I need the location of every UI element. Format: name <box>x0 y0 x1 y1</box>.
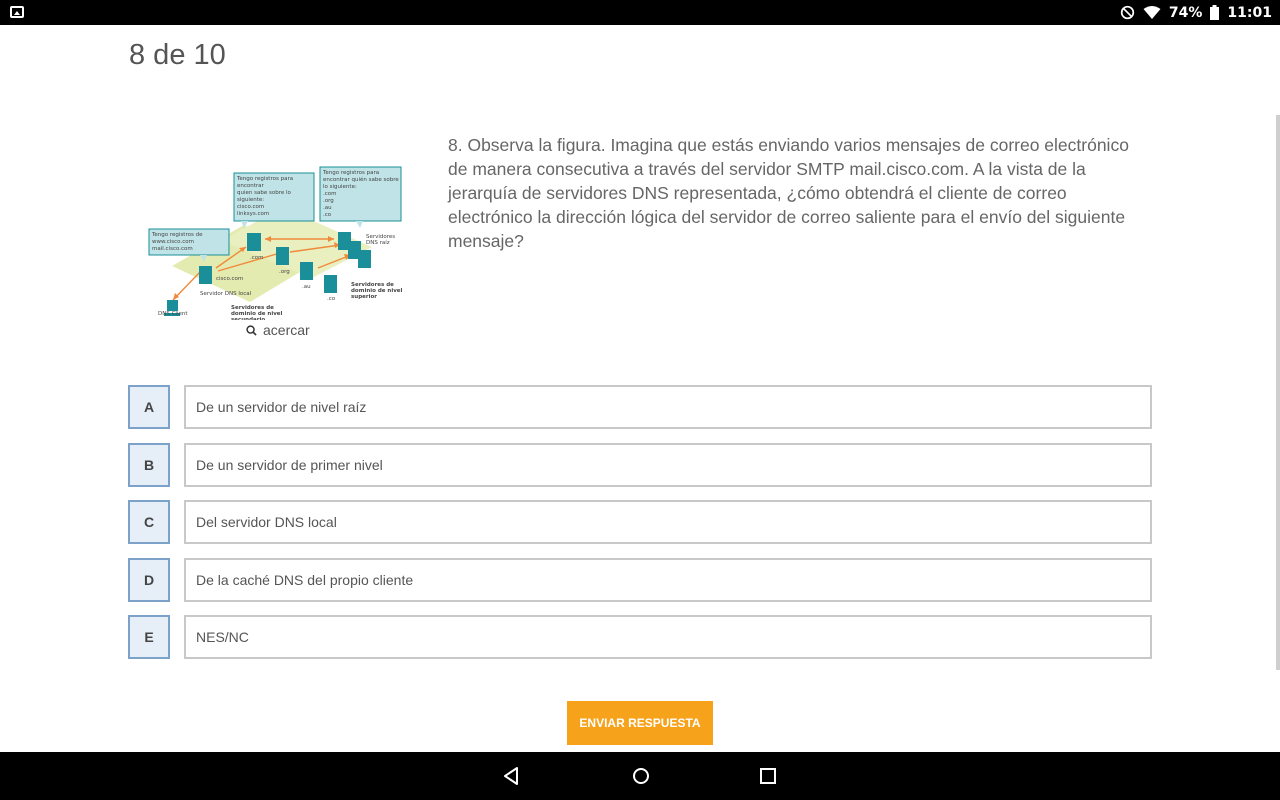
dns-diagram: Tengo registros de www.cisco.com mail.ci… <box>148 166 403 323</box>
top-level-label: superior <box>351 294 377 300</box>
bubble-com-line: linksys.com <box>237 211 269 217</box>
client-label: DNS Client <box>158 311 188 317</box>
com-server-icon <box>247 233 261 251</box>
navigation-bar <box>0 752 1280 800</box>
back-icon[interactable] <box>500 764 524 788</box>
bubble-root-line: encontrar quién sabe sobre <box>323 176 399 183</box>
status-bar: 74% 11:01 <box>0 0 1280 25</box>
bubble-local-line: Tengo registros de <box>151 232 203 238</box>
zoom-link[interactable]: acercar <box>246 322 310 338</box>
answer-letter[interactable]: E <box>128 615 170 659</box>
answer-option-a[interactable]: A De un servidor de nivel raíz <box>128 385 1152 429</box>
answer-letter[interactable]: C <box>128 500 170 544</box>
second-level-label: secundario <box>231 317 265 320</box>
bubble-com-line: cisco.com <box>237 204 264 210</box>
co-server-icon <box>324 275 337 293</box>
bubble-com-line: quien sabe sobre lo <box>237 190 292 196</box>
cisco-com-label: cisco.com <box>216 276 243 282</box>
battery-percent: 74% <box>1168 4 1203 21</box>
do-not-disturb-icon <box>1120 5 1135 20</box>
org-server-icon <box>276 247 289 265</box>
org-label: .org <box>279 269 290 275</box>
bubble-local-line: mail.cisco.com <box>152 246 193 252</box>
bubble-com-line: siguiente: <box>237 197 264 203</box>
question-progress: 8 de 10 <box>129 39 226 71</box>
answer-text[interactable]: De un servidor de primer nivel <box>184 442 1152 487</box>
bubble-com-line: Tengo registros para <box>236 176 293 182</box>
quiz-page: 8 de 10 Tengo registros de www.cisco.com… <box>0 25 1280 752</box>
answer-option-d[interactable]: D De la caché DNS del propio cliente <box>128 557 1152 602</box>
bubble-root-line: .au <box>323 205 332 211</box>
clock: 11:01 <box>1227 4 1272 21</box>
home-icon[interactable] <box>629 764 653 788</box>
root-label: DNS raíz <box>366 239 390 246</box>
bubble-root-line: .org <box>323 198 334 204</box>
bubble-root-line: .com <box>323 191 337 197</box>
answer-option-e[interactable]: E NES/NC <box>128 615 1152 659</box>
recents-icon[interactable] <box>756 764 780 788</box>
root-server-icon <box>358 250 371 268</box>
status-bar-right: 74% 11:01 <box>1120 0 1272 25</box>
au-label: .au <box>302 284 311 290</box>
co-label: .co <box>327 296 336 302</box>
answer-letter[interactable]: A <box>128 385 170 429</box>
answer-text[interactable]: NES/NC <box>184 615 1152 659</box>
bubble-root-line: lo siguiente: <box>323 184 357 190</box>
question-text: 8. Observa la figura. Imagina que estás … <box>448 135 1129 251</box>
au-server-icon <box>300 262 313 280</box>
bubble-com-line: encontrar <box>237 183 265 189</box>
answer-letter[interactable]: D <box>128 557 170 602</box>
answer-text[interactable]: Del servidor DNS local <box>184 500 1152 544</box>
local-dns-server-icon <box>199 266 212 284</box>
battery-icon <box>1210 5 1220 20</box>
local-dns-label: Servidor DNS local <box>200 291 252 297</box>
bubble-root: Tengo registros para encontrar quién sab… <box>319 166 402 228</box>
submit-answer-button[interactable]: ENVIAR RESPUESTA <box>567 701 713 745</box>
bubble-com: Tengo registros para encontrar quien sab… <box>233 172 315 228</box>
answer-option-c[interactable]: C Del servidor DNS local <box>128 500 1152 544</box>
answer-option-b[interactable]: B De un servidor de primer nivel <box>128 442 1152 487</box>
dns-hierarchy-figure[interactable]: Tengo registros de www.cisco.com mail.ci… <box>140 135 415 323</box>
image-icon <box>10 6 24 18</box>
wifi-icon <box>1143 5 1161 20</box>
zoom-label: acercar <box>263 322 310 338</box>
bubble-root-line: Tengo registros para <box>322 170 379 176</box>
answer-letter[interactable]: B <box>128 442 170 487</box>
com-label: .com <box>250 255 264 261</box>
magnifier-icon <box>246 324 257 336</box>
bubble-local-line: www.cisco.com <box>152 239 194 245</box>
answer-text[interactable]: De la caché DNS del propio cliente <box>184 557 1152 602</box>
answer-text[interactable]: De un servidor de nivel raíz <box>184 385 1152 429</box>
scrollbar[interactable] <box>1276 115 1280 670</box>
answer-list: A De un servidor de nivel raíz B De un s… <box>128 385 1152 673</box>
bubble-root-line: .co <box>323 212 332 218</box>
